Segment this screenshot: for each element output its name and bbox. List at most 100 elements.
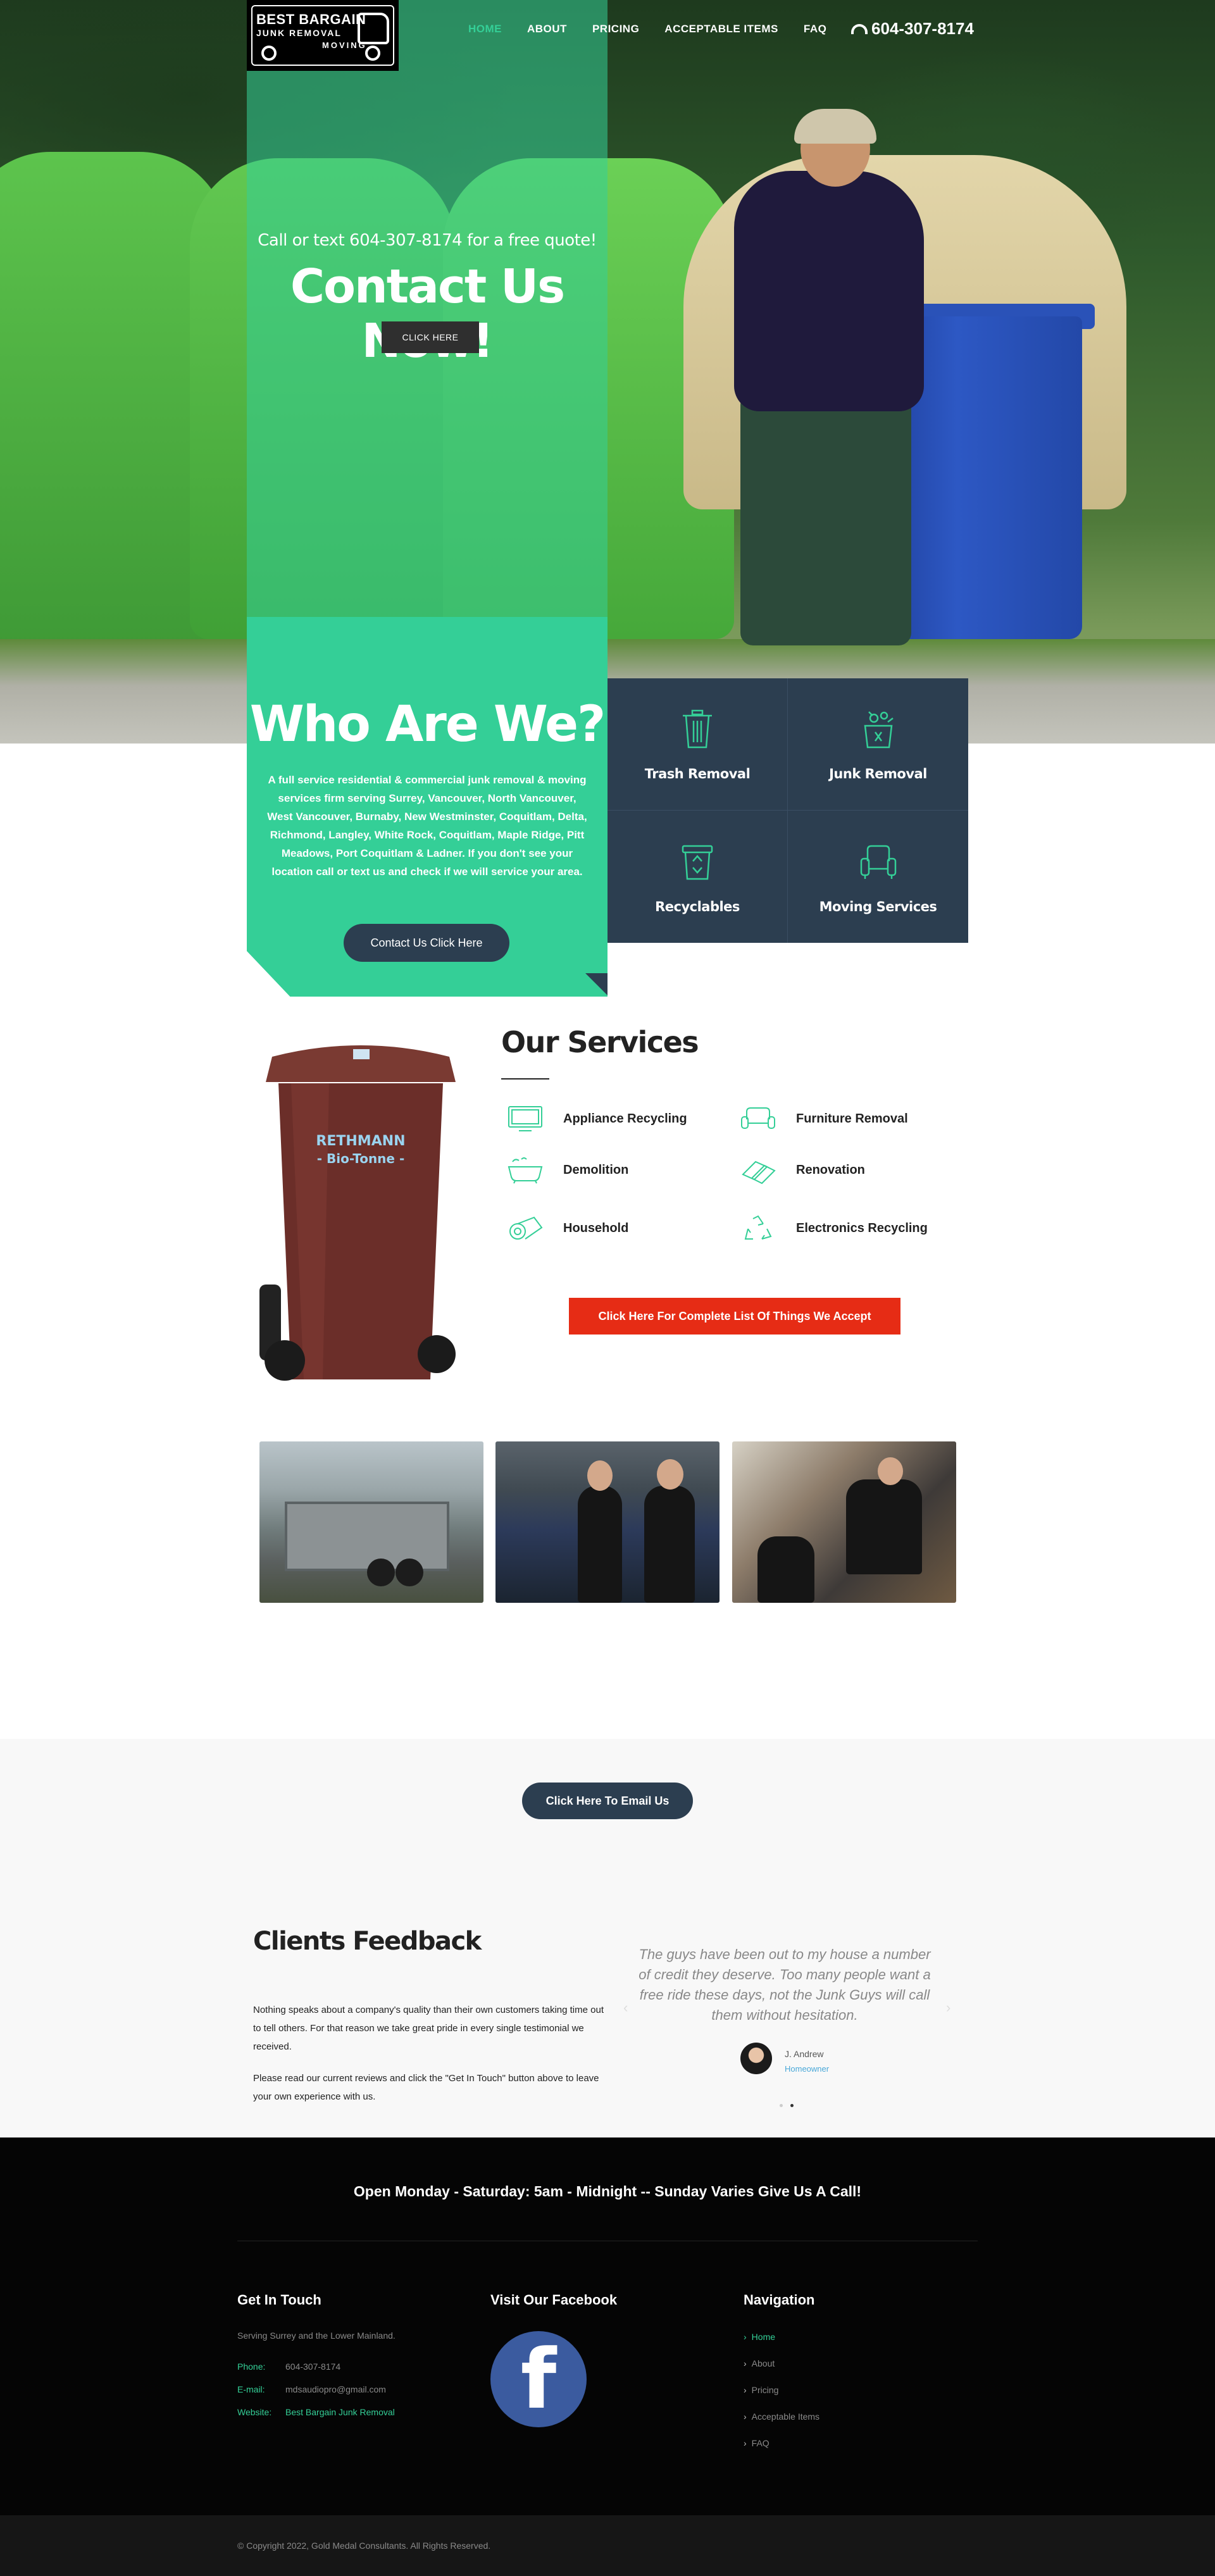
nav-about[interactable]: ABOUT <box>527 23 567 35</box>
nav-acceptable-items[interactable]: ACCEPTABLE ITEMS <box>664 23 778 35</box>
monitor-icon <box>508 1106 542 1131</box>
services-title: Our Services <box>501 1025 699 1059</box>
truck-icon <box>358 13 389 44</box>
service-label: Household <box>563 1221 629 1235</box>
hero-subtitle: Call or text 604-307-8174 for a free quo… <box>258 231 597 250</box>
moving-photo <box>732 1441 956 1603</box>
footer-nav-label: About <box>751 2358 775 2368</box>
wheel-image <box>367 1559 395 1586</box>
facebook-letter: f <box>520 2331 557 2427</box>
service-label: Renovation <box>796 1162 865 1177</box>
worker-image <box>734 171 924 411</box>
service-furniture-removal: Furniture Removal <box>739 1104 908 1133</box>
footer-nav-about[interactable]: › About <box>744 2358 775 2368</box>
worker-image <box>740 392 911 645</box>
tile-label: Recyclables <box>655 899 740 914</box>
site-logo[interactable]: BEST BARGAIN JUNK REMOVAL MOVING <box>247 0 399 71</box>
wheel-icon <box>365 46 380 61</box>
email-key: E-mail: <box>237 2384 265 2394</box>
service-label: Furniture Removal <box>796 1111 908 1126</box>
carousel-prev-icon[interactable]: ‹ <box>623 2000 628 2016</box>
footer-nav-pricing[interactable]: › Pricing <box>744 2385 778 2395</box>
tile-label: Moving Services <box>819 899 937 914</box>
phone-icon <box>851 23 868 34</box>
carousel-dot[interactable] <box>780 2104 783 2107</box>
header-phone[interactable]: 604-307-8174 <box>851 19 974 39</box>
testimonial-role: Homeowner <box>785 2064 830 2074</box>
rolled-carpet-icon <box>509 1216 543 1240</box>
footer-phone[interactable]: 604-307-8174 <box>285 2361 340 2372</box>
title-underline <box>501 1078 549 1080</box>
facebook-title: Visit Our Facebook <box>490 2292 618 2308</box>
footer-nav-label: Pricing <box>751 2385 779 2395</box>
bathtub-icon <box>508 1157 543 1184</box>
testimonial-quote: The guys have been out to my house a num… <box>639 1946 931 2023</box>
junk-pile-icon <box>864 711 894 749</box>
accepted-items-button[interactable]: Click Here For Complete List Of Things W… <box>569 1298 900 1335</box>
email-us-button[interactable]: Click Here To Email Us <box>522 1783 693 1819</box>
logo-line-1: BEST BARGAIN <box>256 11 366 27</box>
copyright-text: © Copyright 2022, Gold Medal Consultants… <box>237 2541 491 2551</box>
website-key: Website: <box>237 2407 272 2417</box>
tile-recyclables[interactable]: Recyclables <box>608 811 788 943</box>
service-label: Demolition <box>563 1162 629 1177</box>
footer-nav-acceptable-items[interactable]: › Acceptable Items <box>744 2411 819 2422</box>
wheel-image <box>396 1559 423 1586</box>
nav-faq[interactable]: FAQ <box>804 23 826 35</box>
bin-label-2: - Bio-Tonne - <box>317 1151 405 1166</box>
tile-moving-services[interactable]: Moving Services <box>788 811 968 943</box>
trash-can-icon <box>683 709 712 749</box>
who-description: A full service residential & commercial … <box>267 774 587 878</box>
tiles-icon <box>742 1160 776 1185</box>
tile-junk-removal[interactable]: Junk Removal <box>788 678 968 811</box>
recycling-icon <box>744 1215 772 1240</box>
worker-image <box>794 109 876 144</box>
feedback-title: Clients Feedback <box>253 1927 482 1956</box>
chevron-right-icon: › <box>744 2332 747 2342</box>
feedback-paragraph-2: Please read our current reviews and clic… <box>253 2073 599 2102</box>
logo-frame: BEST BARGAIN JUNK REMOVAL MOVING <box>251 5 394 66</box>
person-image <box>644 1486 695 1603</box>
service-household: Household <box>506 1214 628 1243</box>
person-image <box>657 1459 683 1490</box>
main-nav: HOME ABOUT PRICING ACCEPTABLE ITEMS FAQ <box>468 23 826 35</box>
service-label: Electronics Recycling <box>796 1221 928 1235</box>
service-label: Appliance Recycling <box>563 1111 687 1126</box>
hero-click-here-button[interactable]: CLICK HERE <box>382 321 479 353</box>
get-in-touch-title: Get In Touch <box>237 2292 321 2308</box>
contact-us-button[interactable]: Contact Us Click Here <box>344 924 509 962</box>
footer-nav-label: FAQ <box>751 2438 770 2448</box>
trailer-image <box>285 1502 449 1571</box>
business-hours: Open Monday - Saturday: 5am - Midnight -… <box>353 2183 862 2200</box>
header-phone-number: 604-307-8174 <box>871 19 974 38</box>
facebook-icon[interactable]: f <box>490 2331 587 2427</box>
tile-trash-removal[interactable]: Trash Removal <box>608 678 788 811</box>
footer-nav-label: Acceptable Items <box>751 2411 820 2422</box>
nav-pricing[interactable]: PRICING <box>592 23 639 35</box>
person-image <box>878 1457 903 1485</box>
nav-home[interactable]: HOME <box>468 23 502 35</box>
carousel-dot-active[interactable] <box>790 2104 794 2107</box>
chevron-right-icon: › <box>744 2411 747 2422</box>
footer-email[interactable]: mdsaudiopro@gmail.com <box>285 2384 386 2394</box>
service-demolition: Demolition <box>506 1155 628 1185</box>
person-image <box>757 1536 814 1603</box>
footer-website-link[interactable]: Best Bargain Junk Removal <box>285 2407 395 2417</box>
copyright-bar <box>0 2515 1215 2576</box>
carousel-dots <box>780 2104 794 2107</box>
footer-nav-home[interactable]: › Home <box>744 2332 775 2342</box>
carousel-next-icon[interactable]: › <box>946 2000 950 2016</box>
tile-label: Junk Removal <box>829 766 927 781</box>
service-tiles: Trash Removal Junk Removal Recyclables M… <box>608 678 968 943</box>
brown-bin-image: RETHMANN - Bio-Tonne - <box>259 1045 456 1381</box>
phone-key: Phone: <box>237 2361 266 2372</box>
footer-nav-faq[interactable]: › FAQ <box>744 2438 770 2448</box>
chevron-right-icon: › <box>744 2385 747 2395</box>
service-area: Serving Surrey and the Lower Mainland. <box>237 2330 396 2341</box>
recycle-bin-icon <box>682 845 713 880</box>
logo-line-2: JUNK REMOVAL <box>256 28 342 38</box>
armchair-icon <box>860 845 896 879</box>
person-image <box>846 1479 922 1574</box>
person-image <box>578 1486 622 1603</box>
trailer-photo <box>259 1441 483 1603</box>
